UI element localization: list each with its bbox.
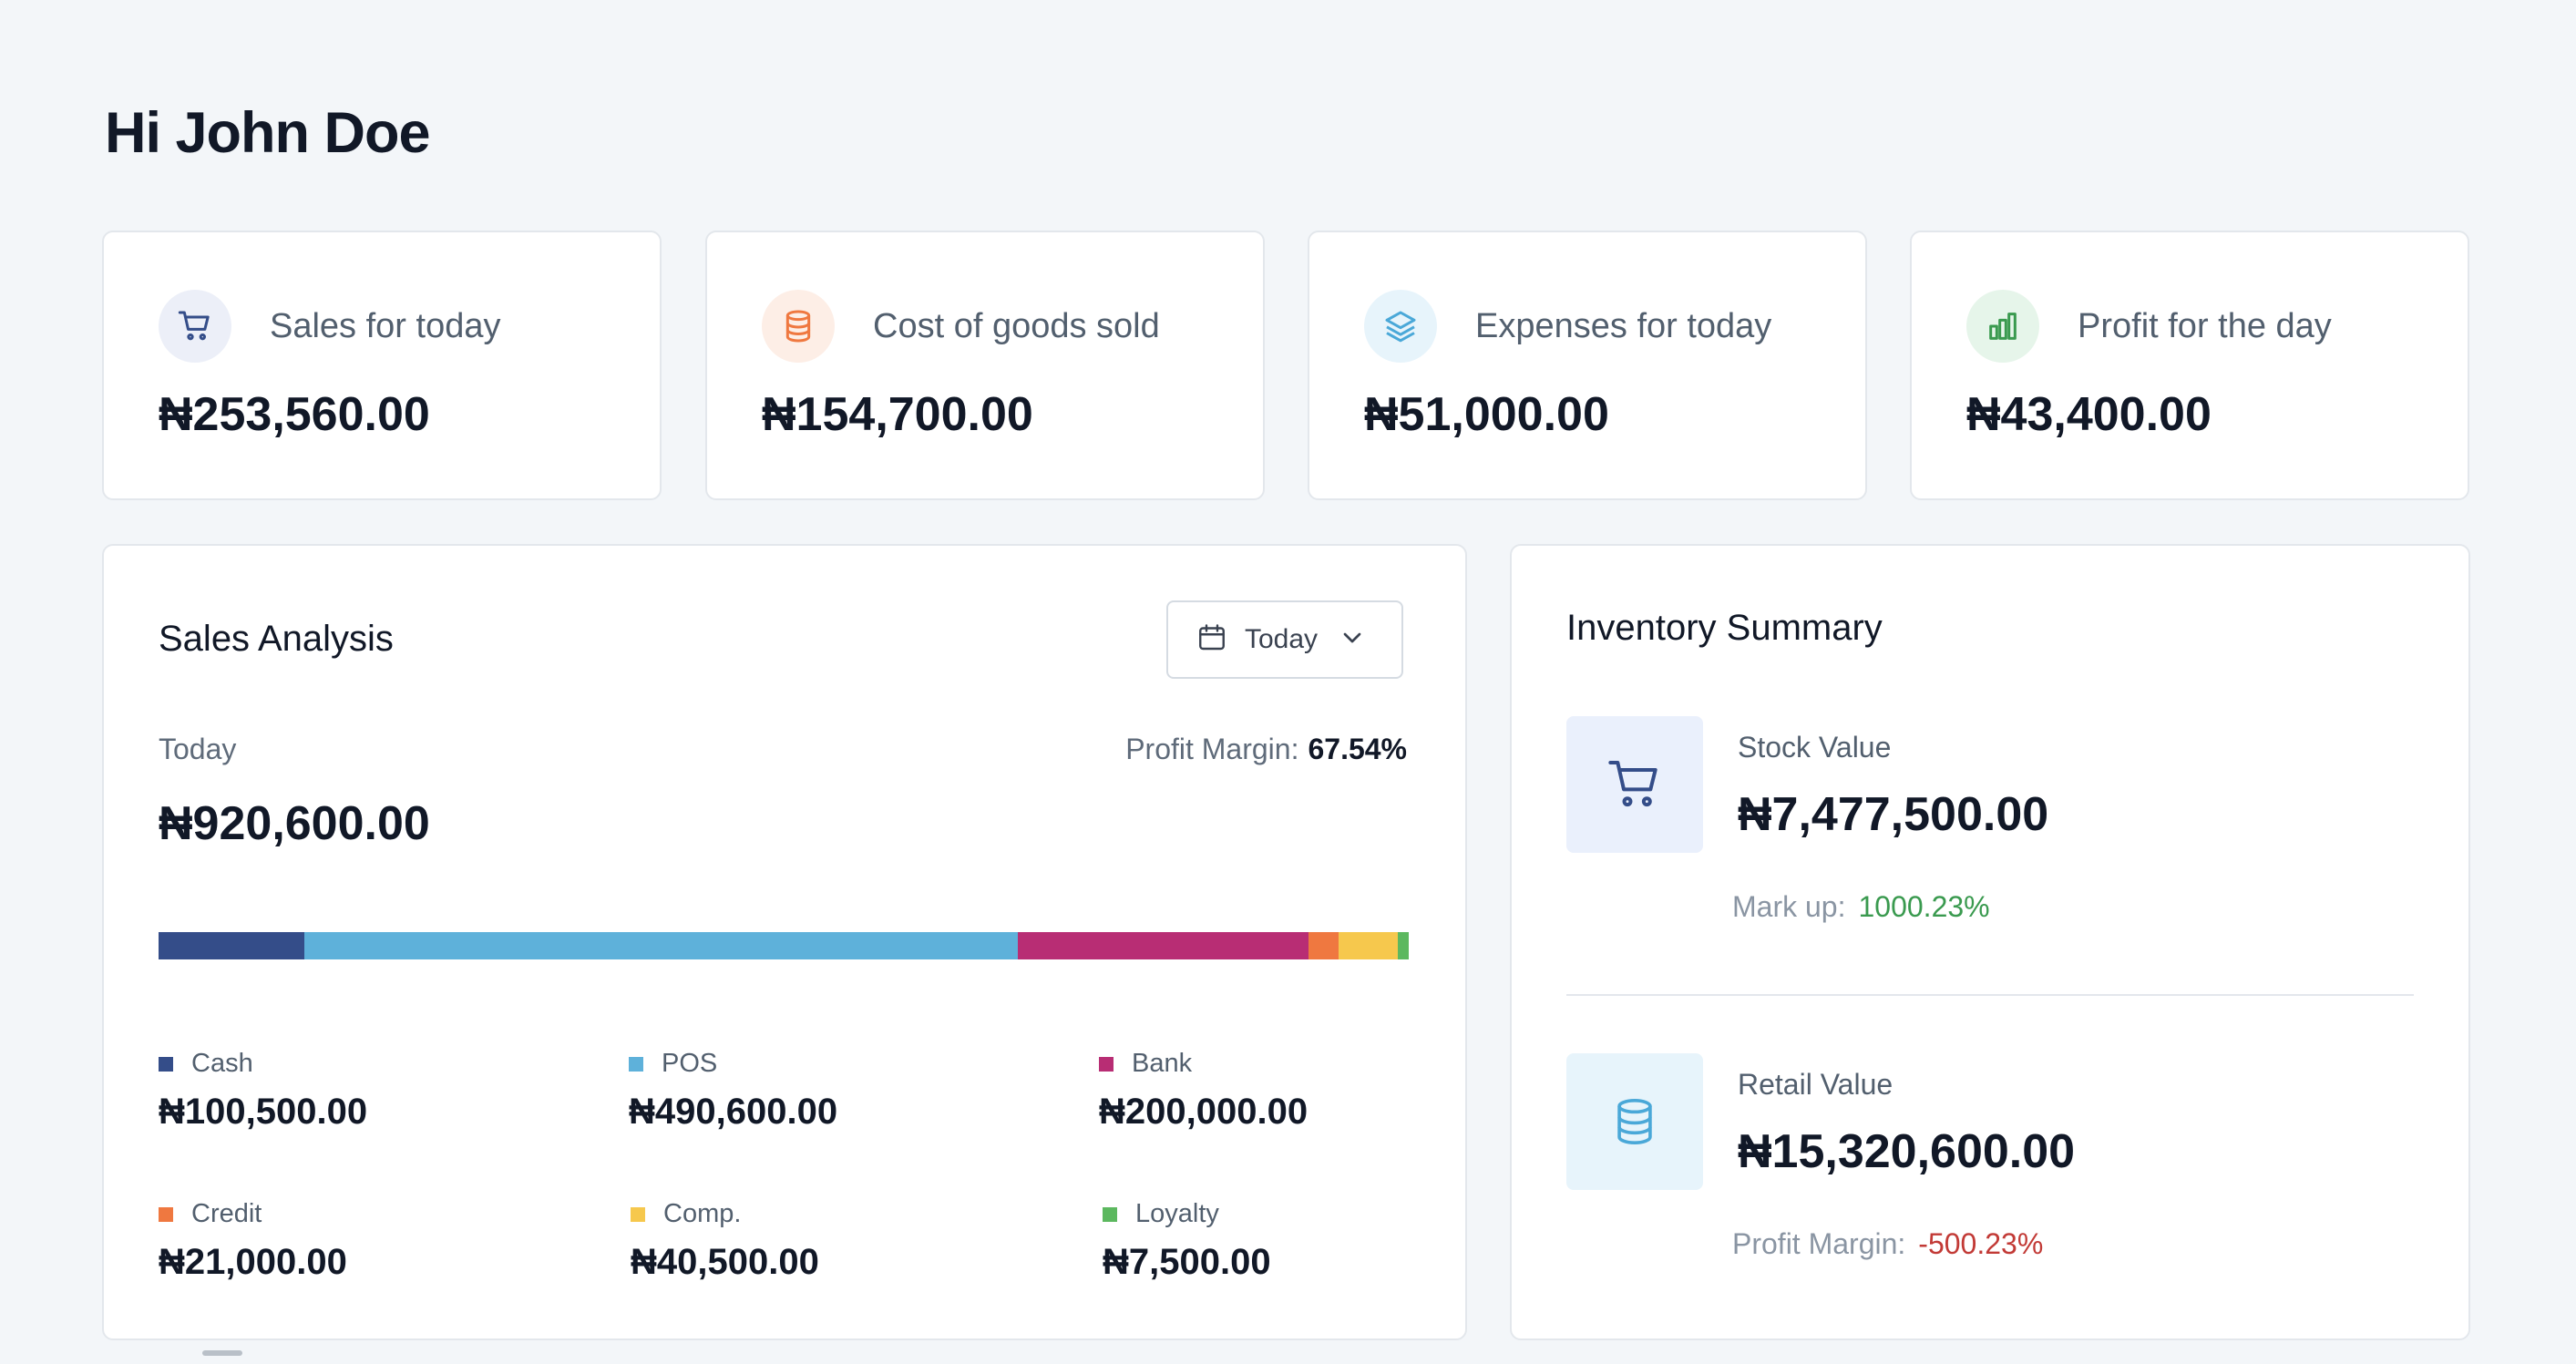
legend-name: POS [662,1049,718,1078]
stat-label: Cost of goods sold [873,306,1160,345]
legend-name: Loyalty [1135,1199,1219,1228]
legend-swatch [159,1206,173,1222]
markup: Mark up: 1000.23% [1732,890,1990,924]
legend-item-loyalty: Loyalty ₦7,500.00 [1103,1199,1271,1283]
bar-segment-credit [1308,932,1339,959]
payment-breakdown-bar [159,932,1409,959]
bar-segment-comp [1339,932,1398,959]
bar-segment-bank [1017,932,1309,959]
legend-name: Credit [191,1199,262,1228]
legend-name: Cash [191,1049,253,1078]
legend-swatch [629,1056,643,1072]
sales-total: ₦920,600.00 [159,797,430,850]
cart-icon [159,290,231,363]
markup-value: 1000.23% [1858,890,1990,923]
date-filter-dropdown[interactable]: Today [1166,600,1403,679]
period-label: Today [159,733,237,765]
stock-value-label: Stock Value [1738,731,1892,764]
legend-swatch [631,1206,645,1222]
legend-name: Comp. [663,1199,742,1228]
cogs-card: Cost of goods sold ₦154,700.00 [705,231,1265,500]
legend-value: ₦200,000.00 [1099,1092,1309,1132]
database-icon [762,290,835,363]
legend-item-cash: Cash ₦100,500.00 [159,1049,367,1133]
legend-item-pos: POS ₦490,600.00 [629,1049,837,1133]
sales-analysis-card: Sales Analysis Today Today Profit Margin… [102,544,1467,1340]
bar-segment-pos [304,932,1018,959]
legend-value: ₦490,600.00 [629,1092,838,1132]
bar-chart-icon [1966,290,2039,363]
expenses-card: Expenses for today ₦51,000.00 [1308,231,1867,500]
retail-value: ₦15,320,600.00 [1738,1125,2076,1178]
legend-swatch [159,1056,173,1072]
retail-profit-margin: Profit Margin: -500.23% [1732,1227,2043,1261]
legend-swatch [1099,1056,1114,1072]
stat-value: ₦154,700.00 [762,388,1033,441]
divider [1566,994,2414,996]
legend-value: ₦21,000.00 [159,1242,347,1282]
bar-segment-cash [159,932,305,959]
stat-label: Expenses for today [1475,306,1772,345]
legend-value: ₦100,500.00 [159,1092,368,1132]
legend-swatch [1103,1206,1117,1222]
retail-profit-margin-value: -500.23% [1918,1227,2044,1260]
legend-item-bank: Bank ₦200,000.00 [1099,1049,1308,1133]
chevron-down-icon [1338,623,1367,657]
profit-margin: Profit Margin: 67.54% [1125,733,1407,766]
scroll-indicator[interactable] [202,1350,242,1356]
stat-value: ₦253,560.00 [159,388,430,441]
bar-segment-loyalty [1398,932,1409,959]
legend-name: Bank [1132,1049,1193,1078]
stat-label: Profit for the day [2078,306,2332,345]
markup-label: Mark up: [1732,890,1846,923]
date-filter-label: Today [1245,624,1319,654]
sales-today-card: Sales for today ₦253,560.00 [102,231,662,500]
stat-label: Sales for today [270,306,501,345]
retail-value-label: Retail Value [1738,1068,1894,1101]
inventory-summary-card: Inventory Summary Stock Value ₦7,477,500… [1510,544,2470,1340]
cart-icon [1566,716,1703,853]
database-icon [1566,1053,1703,1190]
profit-margin-value: 67.54% [1308,733,1407,765]
sales-analysis-title: Sales Analysis [159,619,394,659]
legend-value: ₦40,500.00 [631,1242,819,1282]
legend-value: ₦7,500.00 [1103,1242,1271,1282]
layers-icon [1364,290,1437,363]
stat-value: ₦51,000.00 [1364,388,1609,441]
profit-margin-label: Profit Margin: [1125,733,1299,765]
greeting-heading: Hi John Doe [105,101,431,165]
stat-value: ₦43,400.00 [1966,388,2212,441]
profit-card: Profit for the day ₦43,400.00 [1910,231,2469,500]
legend-item-comp: Comp. ₦40,500.00 [631,1199,819,1283]
stock-value: ₦7,477,500.00 [1738,788,2049,841]
inventory-title: Inventory Summary [1566,608,1883,648]
retail-profit-margin-label: Profit Margin: [1732,1227,1906,1260]
legend-item-credit: Credit ₦21,000.00 [159,1199,347,1283]
calendar-icon [1196,621,1228,659]
